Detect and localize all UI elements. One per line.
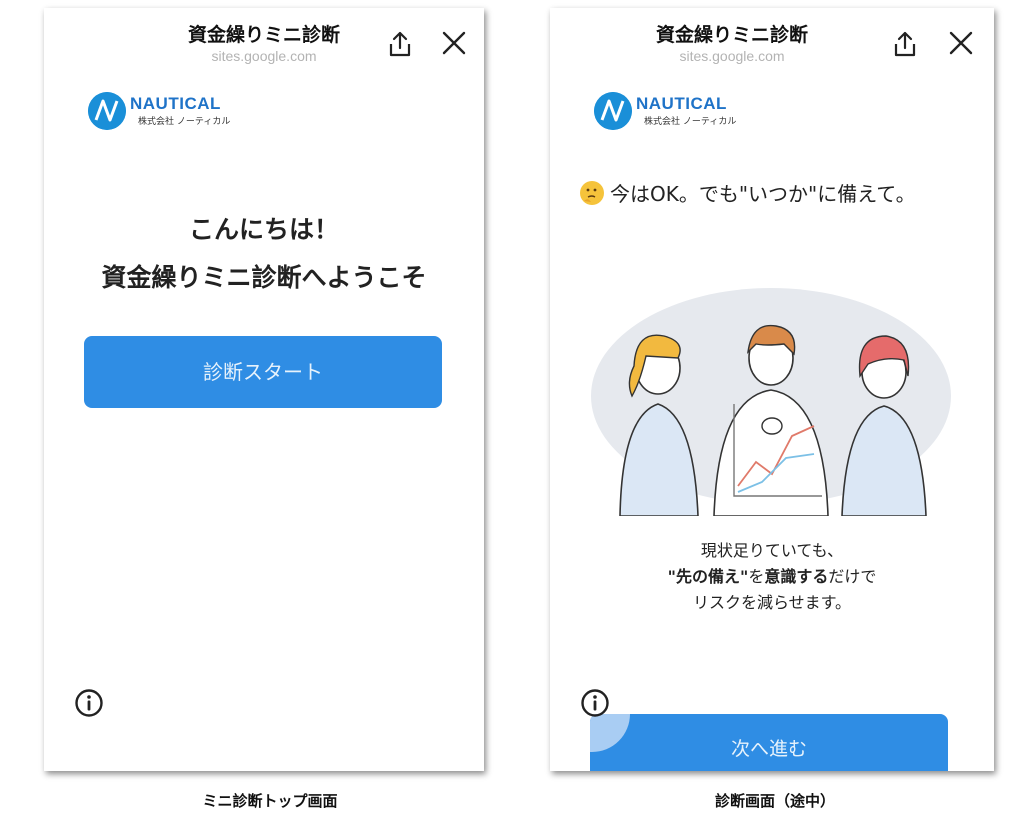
thinking-face-icon [580, 181, 604, 205]
share-icon[interactable] [892, 30, 918, 58]
close-icon[interactable] [441, 30, 467, 56]
logo-brand: NAUTICAL [130, 94, 221, 113]
question-label: 今はOK。でも"いつか"に備えて。 [610, 182, 916, 206]
logo-brand: NAUTICAL [636, 94, 727, 113]
start-diagnosis-button[interactable]: 診断スタート [84, 336, 442, 408]
press-highlight [590, 714, 630, 752]
description-emphasis-2: 意識する [764, 567, 829, 586]
greeting-line1: こんにちは！ [188, 215, 339, 244]
site-url: sites.google.com [211, 48, 317, 64]
browser-header: 資金繰りミニ診断 sites.google.com [550, 8, 994, 76]
description-particle: を [748, 567, 765, 586]
team-illustration [591, 288, 951, 516]
caption-top-screen: ミニ診断トップ画面 [202, 792, 338, 810]
diagnosis-screen: 資金繰りミニ診断 sites.google.com NAUTICAL 株式会社 … [550, 8, 994, 771]
company-logo: NAUTICAL 株式会社 ノーティカル [88, 92, 248, 136]
greeting-line2: 資金繰りミニ診断へようこそ [101, 263, 427, 292]
company-logo: NAUTICAL 株式会社 ノーティカル [594, 92, 754, 136]
info-icon[interactable] [580, 688, 610, 718]
info-icon[interactable] [74, 688, 104, 718]
logo-company: 株式会社 ノーティカル [644, 117, 737, 127]
description-emphasis-1: "先の備え" [667, 567, 749, 586]
next-button-label: 次へ進む [730, 738, 807, 760]
question-text: 今はOK。でも"いつか"に備えて。 [580, 178, 916, 207]
logo-company: 株式会社 ノーティカル [138, 117, 231, 127]
description-tail: だけで [828, 567, 877, 586]
browser-header: 資金繰りミニ診断 sites.google.com [44, 8, 484, 76]
nautical-logo-icon [88, 92, 126, 130]
caption-diagnosis-screen: 診断画面（途中） [714, 792, 835, 810]
share-icon[interactable] [387, 30, 413, 58]
site-title: 資金繰りミニ診断 [187, 24, 340, 46]
description-line3: リスクを減らせます。 [692, 593, 852, 612]
description-line1: 現状足りていても、 [700, 541, 844, 560]
next-button[interactable]: 次へ進む [590, 714, 948, 771]
close-icon[interactable] [948, 30, 974, 56]
description-line2: "先の備え"を意識するだけで [550, 564, 994, 590]
top-screen: 資金繰りミニ診断 sites.google.com NAUTICAL 株式会社 … [44, 8, 484, 771]
nautical-logo-icon [594, 92, 632, 130]
